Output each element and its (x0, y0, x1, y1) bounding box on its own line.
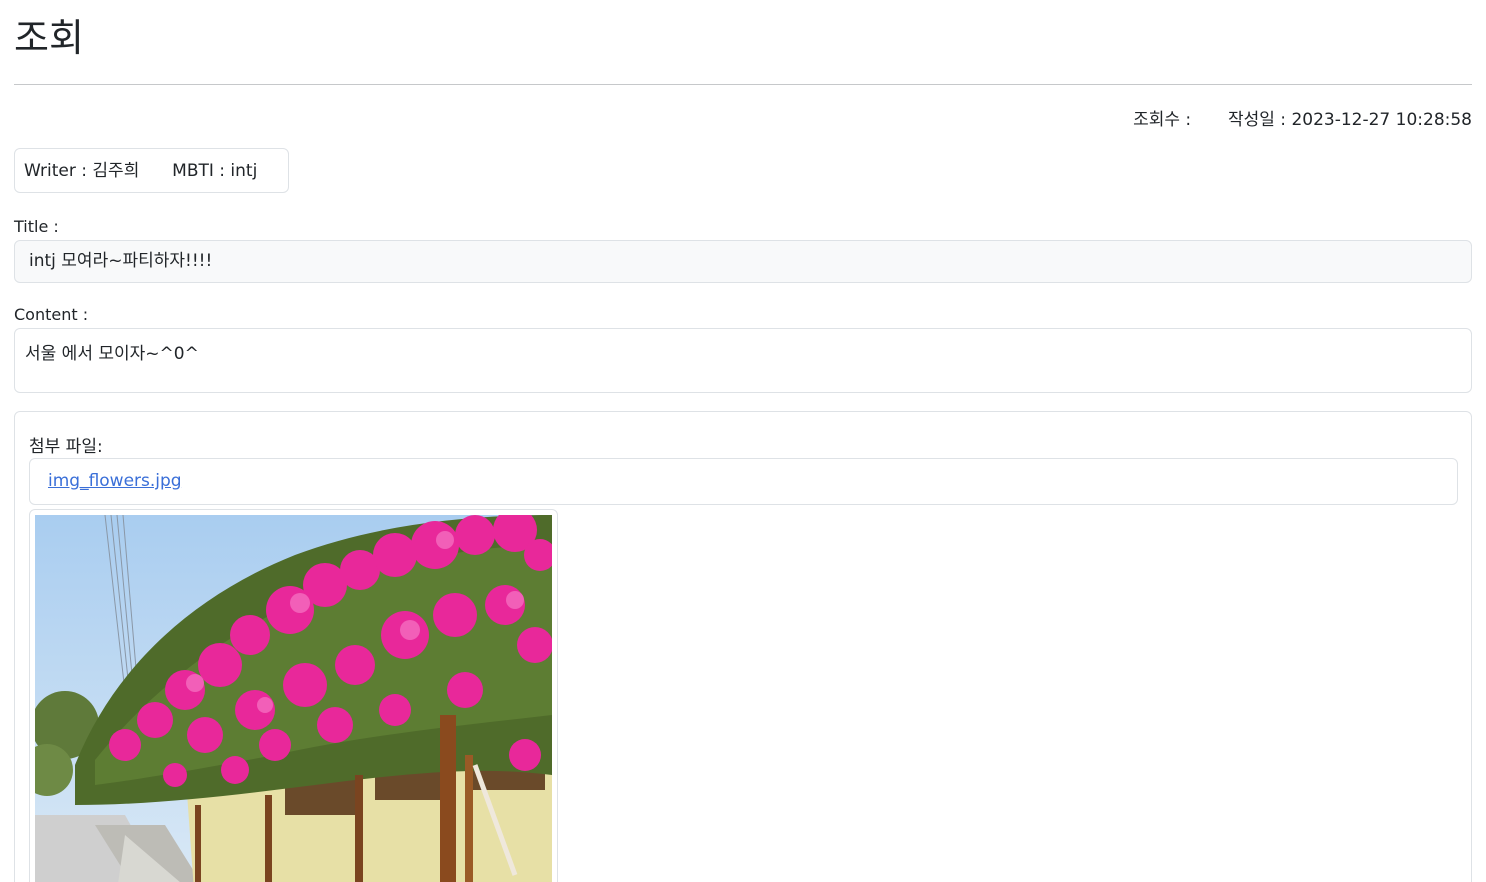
attachment-file-link[interactable]: img_flowers.jpg (48, 471, 182, 491)
view-count-label: 조회수 : (1133, 110, 1192, 130)
mbti-label: MBTI : (172, 161, 226, 181)
post-view-page: 조회 조회수 : 작성일 : 2023-12-27 10:28:58 Write… (0, 0, 1486, 882)
attachment-file-item: img_flowers.jpg (29, 458, 1458, 505)
title-field[interactable]: intj 모여라~파티하자!!!! (14, 240, 1472, 283)
attachment-card: 첨부 파일: img_flowers.jpg (14, 411, 1472, 882)
writer-label: Writer : (24, 161, 88, 181)
title-divider (14, 84, 1472, 85)
mbti-value: intj (230, 161, 258, 181)
attachment-image-flowers (35, 515, 552, 882)
title-label: Title : (14, 217, 59, 236)
writer-info-box: Writer : 김주희 MBTI : intj (14, 148, 289, 193)
created-value: 2023-12-27 10:28:58 (1291, 110, 1472, 130)
writer-name: 김주희 (92, 161, 140, 181)
content-label: Content : (14, 305, 89, 324)
post-meta: 조회수 : 작성일 : 2023-12-27 10:28:58 (1133, 105, 1472, 130)
content-field[interactable]: 서울 에서 모이자~^0^ (14, 328, 1472, 393)
attachment-image-frame (29, 509, 558, 882)
attachment-label: 첨부 파일: (29, 437, 103, 457)
created-label: 작성일 : (1227, 110, 1287, 130)
page-title: 조회 (14, 16, 84, 60)
